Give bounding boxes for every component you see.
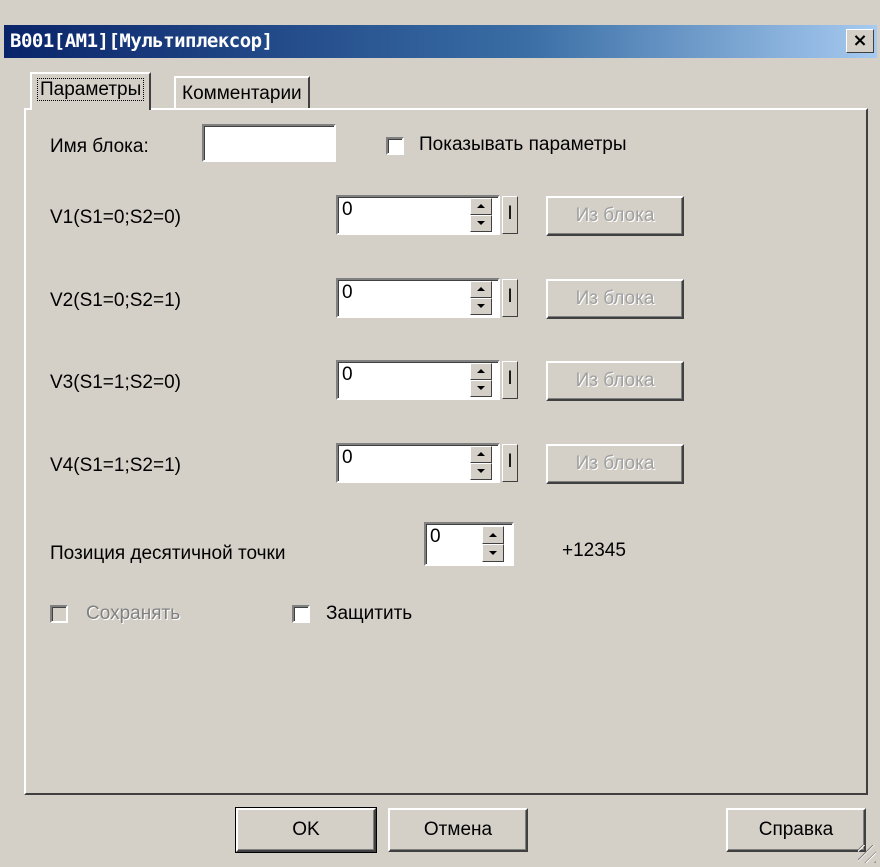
v3-i-button[interactable]: I — [502, 361, 518, 399]
v4-label: V4(S1=1;S2=1) — [50, 455, 181, 476]
protect-checkbox[interactable] — [292, 605, 310, 623]
v2-label: V2(S1=0;S2=1) — [50, 290, 181, 311]
title-bar[interactable]: B001[AM1][Мультиплексор] × — [4, 25, 877, 58]
arrow-up-icon — [477, 452, 485, 456]
save-checkbox[interactable] — [50, 605, 68, 623]
cancel-button[interactable]: Отмена — [388, 808, 528, 852]
decimal-preview: +12345 — [562, 540, 626, 561]
v4-spin-up[interactable] — [470, 446, 492, 463]
protect-label: Защитить — [326, 603, 413, 624]
v1-label: V1(S1=0;S2=0) — [50, 207, 181, 228]
v1-value: 0 — [342, 199, 353, 220]
v4-value: 0 — [342, 447, 353, 468]
close-button[interactable]: × — [846, 29, 874, 53]
decimal-position-label: Позиция десятичной точки — [50, 543, 286, 564]
ok-button[interactable]: OK — [235, 807, 377, 853]
show-params-checkbox[interactable] — [386, 137, 404, 155]
v3-label: V3(S1=1;S2=0) — [50, 372, 181, 393]
block-name-input[interactable] — [202, 124, 336, 162]
tab-comments[interactable]: Комментарии — [174, 76, 310, 110]
v1-spin-up[interactable] — [470, 198, 492, 215]
v2-from-block-button[interactable]: Из блока — [546, 279, 684, 319]
arrow-up-icon — [477, 204, 485, 208]
arrow-down-icon — [489, 551, 497, 555]
decimal-position-value: 0 — [430, 526, 441, 547]
arrow-down-icon — [477, 386, 485, 390]
block-name-label: Имя блока: — [50, 136, 149, 157]
v2-value: 0 — [342, 282, 353, 303]
arrow-up-icon — [489, 533, 497, 537]
decimal-spin-up[interactable] — [482, 526, 504, 544]
v1-i-button[interactable]: I — [502, 196, 518, 234]
v3-spin-down[interactable] — [470, 380, 492, 397]
v4-spin-down[interactable] — [470, 463, 492, 480]
resize-grip-icon[interactable] — [858, 845, 876, 863]
show-params-label: Показывать параметры — [419, 134, 627, 155]
arrow-up-icon — [477, 287, 485, 291]
arrow-down-icon — [477, 304, 485, 308]
help-button[interactable]: Справка — [726, 808, 866, 852]
v2-spin-up[interactable] — [470, 281, 492, 298]
v3-value: 0 — [342, 364, 353, 385]
v4-from-block-button[interactable]: Из блока — [546, 444, 684, 484]
save-label: Сохранять — [86, 603, 181, 624]
tab-parameters[interactable]: Параметры — [30, 72, 152, 110]
tab-parameters-label: Параметры — [36, 78, 145, 101]
arrow-up-icon — [477, 369, 485, 373]
dialog-window: B001[AM1][Мультиплексор] × Параметры Ком… — [0, 0, 880, 867]
tab-comments-label: Комментарии — [182, 83, 302, 104]
v1-spin-down[interactable] — [470, 215, 492, 232]
v3-from-block-button[interactable]: Из блока — [546, 361, 684, 401]
v2-i-button[interactable]: I — [502, 279, 518, 317]
decimal-spin-down[interactable] — [482, 544, 504, 562]
close-icon: × — [852, 30, 868, 51]
arrow-down-icon — [477, 469, 485, 473]
arrow-down-icon — [477, 221, 485, 225]
v3-spin-up[interactable] — [470, 363, 492, 380]
v4-i-button[interactable]: I — [502, 444, 518, 482]
window-title: B001[AM1][Мультиплексор] — [10, 30, 273, 52]
v1-from-block-button[interactable]: Из блока — [546, 196, 684, 236]
v2-spin-down[interactable] — [470, 298, 492, 315]
